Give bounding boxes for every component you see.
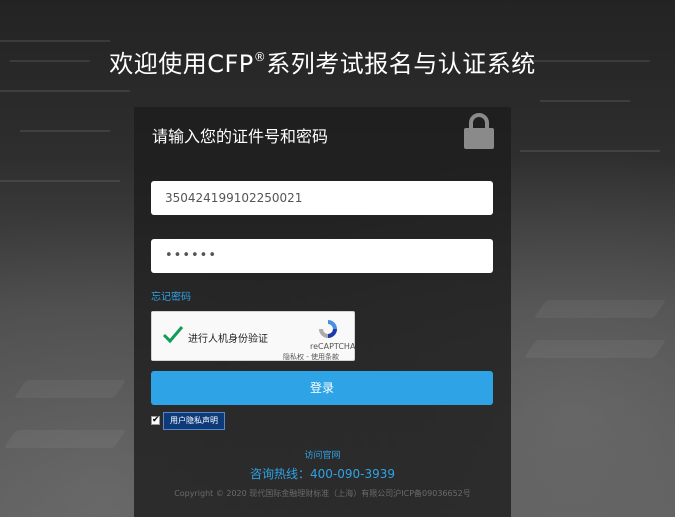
bg-code-line: [20, 130, 110, 132]
checkmark-icon[interactable]: [161, 322, 185, 346]
recaptcha-terms-link[interactable]: 隐私权 - 使用条款: [283, 352, 339, 362]
page-title: 欢迎使用CFP®系列考试报名与认证系统: [0, 44, 645, 79]
recaptcha-brand: reCAPTCHA: [310, 342, 356, 351]
registered-mark: ®: [253, 50, 267, 64]
privacy-agree-checkbox[interactable]: ✔: [151, 415, 160, 425]
recaptcha-widget[interactable]: 进行人机身份验证 reCAPTCHA 隐私权 - 使用条款: [151, 311, 355, 361]
bg-code-line: [520, 150, 660, 152]
lock-icon: [464, 113, 494, 149]
title-prefix: 欢迎使用CFP: [109, 50, 254, 78]
login-button[interactable]: 登录: [151, 371, 493, 405]
password-field[interactable]: ••••••: [151, 239, 493, 273]
copyright-text: Copyright © 2020 现代国际金融理财标准（上海）有限公司沪ICP备…: [174, 489, 471, 498]
bg-code-line: [0, 40, 110, 42]
bg-keyboard-row: [523, 340, 667, 358]
privacy-statement-button[interactable]: 用户隐私声明: [163, 412, 225, 430]
hotline-text: 咨询热线：400-090-3939: [249, 467, 395, 481]
bg-code-line: [0, 180, 120, 182]
captcha-label: 进行人机身份验证: [188, 334, 268, 345]
checkbox-check-mark: ✔: [152, 415, 160, 425]
bg-code-line: [0, 90, 130, 92]
bg-code-line: [540, 100, 630, 102]
login-heading: 请输入您的证件号和密码: [152, 127, 329, 146]
id-number-field[interactable]: 350424199102250021: [151, 181, 493, 215]
bg-keyboard-row: [3, 430, 127, 448]
recaptcha-logo-icon: [319, 320, 337, 338]
title-suffix: 系列考试报名与认证系统: [266, 50, 536, 78]
login-panel: 请输入您的证件号和密码 350424199102250021 •••••• 忘记…: [134, 107, 511, 517]
forgot-password-link[interactable]: 忘记密码: [151, 288, 191, 303]
official-site-link[interactable]: 访问官网: [134, 448, 511, 461]
bg-keyboard-row: [13, 380, 127, 398]
bg-keyboard-row: [533, 300, 667, 318]
